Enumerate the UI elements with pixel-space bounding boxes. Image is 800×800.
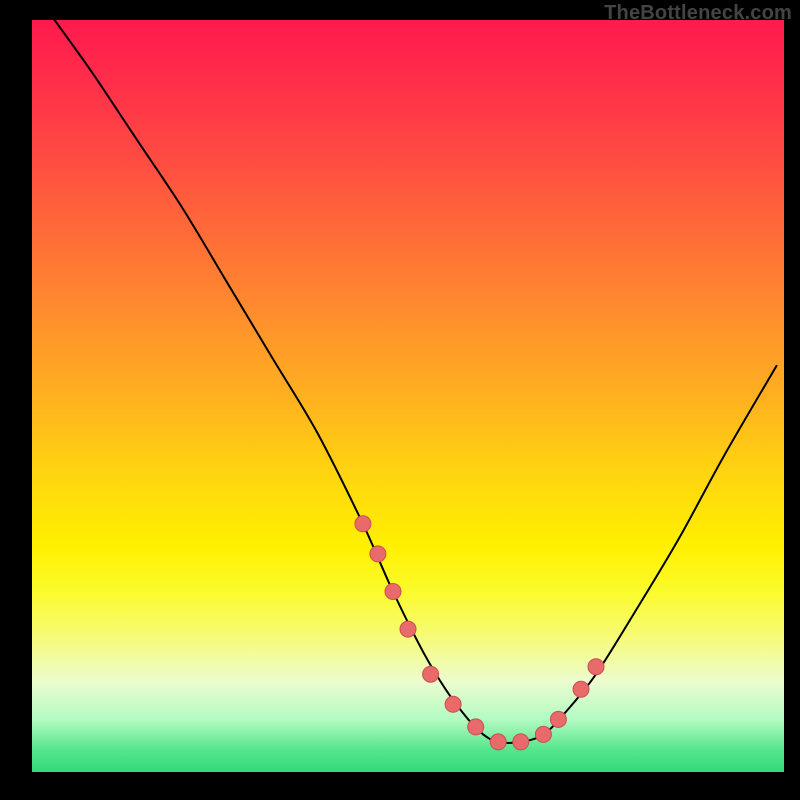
marker-dot [588,659,604,675]
bottleneck-curve [55,20,777,743]
marker-dot [355,516,371,532]
marker-dot [370,546,386,562]
curve-layer [55,20,777,743]
marker-dot [490,734,506,750]
marker-dot [573,681,589,697]
marker-dot [445,696,461,712]
marker-dot [468,719,484,735]
marker-dot [535,726,551,742]
marker-dot [385,584,401,600]
marker-dot [423,666,439,682]
watermark-text: TheBottleneck.com [604,2,792,25]
marker-dot [400,621,416,637]
chart-frame [16,20,784,788]
marker-dot [550,711,566,727]
marker-dot [513,734,529,750]
marker-layer [355,516,604,750]
chart-svg [32,20,784,772]
plot-area [32,20,784,772]
